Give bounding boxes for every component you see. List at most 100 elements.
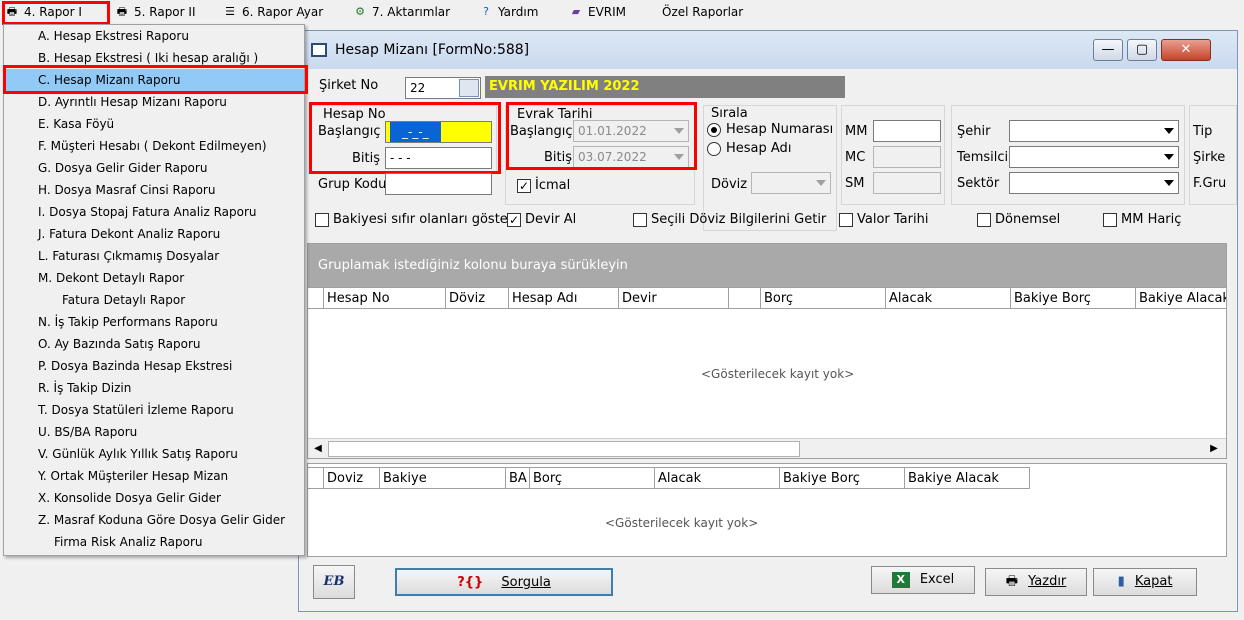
col2-bakiye-alacak[interactable]: Bakiye Alacak bbox=[904, 468, 1030, 489]
menu-item-hesap-mizani[interactable]: C. Hesap Mizanı Raporu bbox=[4, 69, 304, 91]
mm-haric-label: MM Hariç bbox=[1121, 212, 1182, 227]
menu-item-konsolide-dosya[interactable]: X. Konsolide Dosya Gelir Gider bbox=[4, 487, 304, 509]
doviz-select[interactable] bbox=[751, 172, 831, 194]
col-bakiye-alacak[interactable]: Bakiye Alacak bbox=[1135, 288, 1226, 309]
sm-input[interactable] bbox=[873, 172, 941, 194]
menu-rapor-ayar[interactable]: ☰ 6. Rapor Ayar bbox=[222, 3, 323, 21]
mm-label: MM bbox=[845, 124, 868, 139]
col-alacak[interactable]: Alacak bbox=[885, 288, 1010, 309]
hesap-baslangic-input[interactable]: _-_-_ bbox=[385, 121, 492, 143]
sirket-lookup-icon[interactable] bbox=[459, 79, 479, 97]
menu-item-is-takip-performans[interactable]: N. İş Takip Performans Raporu bbox=[4, 311, 304, 333]
col2-bakiye-borc[interactable]: Bakiye Borç bbox=[779, 468, 904, 489]
col-hesap-adi[interactable]: Hesap Adı bbox=[508, 288, 618, 309]
tip-label: Tip bbox=[1193, 124, 1213, 139]
menu-item-ayrintili-mizan[interactable]: D. Ayrıntlı Hesap Mizanı Raporu bbox=[4, 91, 304, 113]
mc-input[interactable] bbox=[873, 146, 941, 168]
sirala-hesap-numarasi-radio[interactable] bbox=[707, 123, 721, 137]
menu-item-hesap-ekstresi[interactable]: A. Hesap Ekstresi Raporu bbox=[4, 25, 304, 47]
mm-haric-checkbox[interactable] bbox=[1103, 213, 1117, 227]
menu-item-kasa-foyu[interactable]: E. Kasa Föyü bbox=[4, 113, 304, 135]
scroll-left-icon[interactable]: ◀ bbox=[310, 441, 326, 457]
menu-item-stopaj-fatura[interactable]: I. Dosya Stopaj Fatura Analiz Raporu bbox=[4, 201, 304, 223]
sektor-select[interactable] bbox=[1009, 172, 1179, 194]
minimize-button[interactable]: — bbox=[1093, 39, 1123, 61]
sirala-hesap-adi-radio[interactable] bbox=[707, 142, 721, 156]
menu-item-dosya-bazinda-ekstre[interactable]: P. Dosya Bazinda Hesap Ekstresi bbox=[4, 355, 304, 377]
col-doviz[interactable]: Döviz bbox=[445, 288, 509, 309]
menu-item-bs-ba[interactable]: U. BS/BA Raporu bbox=[4, 421, 304, 443]
summary-grid-header: Doviz Bakiye BA Borç Alacak Bakiye Borç … bbox=[308, 467, 1030, 489]
sektor-label: Sektör bbox=[957, 176, 1000, 191]
menu-item-firma-risk[interactable]: Firma Risk Analiz Raporu bbox=[4, 531, 304, 553]
devir-al-checkbox[interactable]: ✓ bbox=[507, 213, 521, 227]
col2-doviz[interactable]: Doviz bbox=[323, 468, 379, 489]
bakiye-sifir-checkbox[interactable] bbox=[315, 213, 329, 227]
window-title: Hesap Mizanı [FormNo:588] bbox=[335, 42, 530, 58]
temsilci-select[interactable] bbox=[1009, 146, 1179, 168]
col-borc[interactable]: Borç bbox=[760, 288, 885, 309]
menu-item-dekont-detayli[interactable]: M. Dekont Detaylı Rapor bbox=[4, 267, 304, 289]
col2-bakiye[interactable]: Bakiye bbox=[379, 468, 505, 489]
chevron-down-icon bbox=[1164, 128, 1174, 134]
eb-button[interactable]: EB bbox=[313, 565, 355, 599]
horizontal-scrollbar[interactable]: ◀ ▶ bbox=[308, 438, 1226, 458]
group-panel[interactable]: Gruplamak istediğiniz kolonu buraya sürü… bbox=[308, 244, 1226, 287]
secili-doviz-checkbox[interactable] bbox=[633, 213, 647, 227]
excel-button[interactable]: X Excel bbox=[871, 566, 975, 594]
col2-borc[interactable]: Borç bbox=[529, 468, 654, 489]
col2-ba[interactable]: BA bbox=[505, 468, 529, 489]
valor-tarihi-checkbox[interactable] bbox=[839, 213, 853, 227]
menu-yardim[interactable]: ? Yardım bbox=[478, 3, 538, 21]
col-blank[interactable] bbox=[728, 288, 760, 309]
col-hesap-no[interactable]: Hesap No bbox=[323, 288, 443, 309]
sirket-no-value: 22 bbox=[410, 81, 426, 95]
kapat-button[interactable]: ▮ Kapat bbox=[1093, 568, 1197, 596]
chevron-down-icon bbox=[816, 180, 826, 186]
menu-item-fatura-detayli[interactable]: Fatura Detaylı Rapor bbox=[4, 289, 304, 311]
menu-aktarimlar[interactable]: ⚙ 7. Aktarımlar bbox=[352, 3, 450, 21]
scroll-thumb[interactable] bbox=[328, 441, 800, 457]
menu-item-faturasi-cikmamis[interactable]: L. Faturası Çıkmamış Dosyalar bbox=[4, 245, 304, 267]
mm-input[interactable] bbox=[873, 120, 941, 142]
donemsel-checkbox[interactable] bbox=[977, 213, 991, 227]
hesap-baslangic-value: _-_-_ bbox=[390, 122, 441, 142]
menu-item-ortak-musteriler[interactable]: Y. Ortak Müşteriler Hesap Mizan bbox=[4, 465, 304, 487]
col-bakiye-borc[interactable]: Bakiye Borç bbox=[1010, 288, 1135, 309]
menu-item-fatura-dekont[interactable]: J. Fatura Dekont Analiz Raporu bbox=[4, 223, 304, 245]
main-grid-header: Hesap No Döviz Hesap Adı Devir Borç Alac… bbox=[308, 287, 1226, 309]
evrak-bitis-label: Bitiş bbox=[544, 150, 573, 165]
menu-item-hesap-ekstresi-iki[interactable]: B. Hesap Ekstresi ( Iki hesap aralığı ) bbox=[4, 47, 304, 69]
hesap-bitis-input[interactable]: - - - bbox=[385, 147, 492, 169]
sehir-select[interactable] bbox=[1009, 120, 1179, 142]
menu-evrim[interactable]: ▰ EVRIM bbox=[568, 3, 626, 21]
devir-al-label: Devir Al bbox=[525, 212, 577, 227]
yazdir-button[interactable]: 🖶 Yazdır bbox=[985, 568, 1087, 596]
evrak-baslangic-input[interactable]: 01.01.2022 bbox=[573, 120, 689, 142]
maximize-button[interactable]: ▢ bbox=[1127, 39, 1157, 61]
icmal-checkbox[interactable]: ✓ bbox=[517, 179, 531, 193]
menu-item-dosya-gelir-gider[interactable]: G. Dosya Gelir Gider Raporu bbox=[4, 157, 304, 179]
sorgula-button[interactable]: ?{} Sorgula bbox=[395, 568, 613, 596]
menu-rapor-1[interactable]: 🖶 4. Rapor I bbox=[4, 3, 82, 21]
evrak-bitis-input[interactable]: 03.07.2022 bbox=[573, 146, 689, 168]
sm-label: SM bbox=[845, 176, 865, 191]
menu-item-is-takip-dizin[interactable]: R. İş Takip Dizin bbox=[4, 377, 304, 399]
sehir-label: Şehir bbox=[957, 124, 991, 139]
menu-item-dosya-statuleri[interactable]: T. Dosya Statüleri İzleme Raporu bbox=[4, 399, 304, 421]
menu-rapor-2[interactable]: 🖶 5. Rapor II bbox=[114, 3, 196, 21]
scroll-right-icon[interactable]: ▶ bbox=[1206, 441, 1222, 457]
grup-kodu-input[interactable] bbox=[385, 173, 492, 195]
col2-alacak[interactable]: Alacak bbox=[654, 468, 779, 489]
menu-yardim-label: Yardım bbox=[498, 5, 539, 19]
menu-item-masraf-koduna-gore[interactable]: Z. Masraf Koduna Göre Dosya Gelir Gider bbox=[4, 509, 304, 531]
col-devir[interactable]: Devir bbox=[618, 288, 728, 309]
menu-ozel-raporlar[interactable]: Özel Raporlar bbox=[662, 3, 743, 21]
menu-item-ay-bazinda-satis[interactable]: O. Ay Bazında Satış Raporu bbox=[4, 333, 304, 355]
menu-item-musteri-hesabi[interactable]: F. Müşteri Hesabı ( Dekont Edilmeyen) bbox=[4, 135, 304, 157]
menu-item-gunluk-satis[interactable]: V. Günlük Aylık Yıllık Satış Raporu bbox=[4, 443, 304, 465]
close-button[interactable]: ✕ bbox=[1161, 39, 1211, 61]
query-icon: ?{} bbox=[457, 575, 484, 590]
menu-item-dosya-masraf-cinsi[interactable]: H. Dosya Masraf Cinsi Raporu bbox=[4, 179, 304, 201]
chevron-down-icon bbox=[674, 128, 684, 134]
